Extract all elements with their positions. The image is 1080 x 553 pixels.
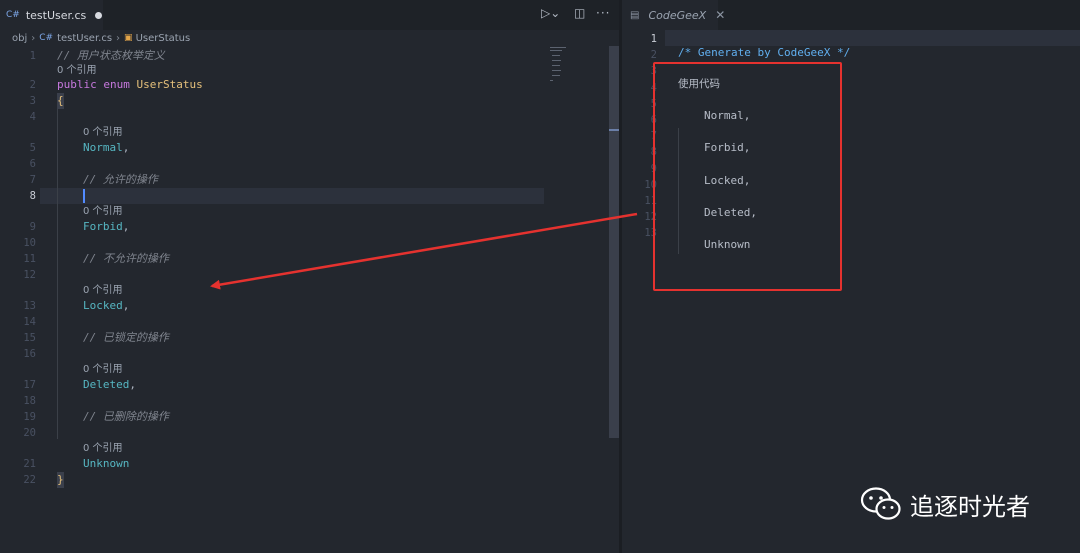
watermark-text: 追逐时光者	[910, 492, 1030, 521]
watermark: 追逐时光者	[860, 482, 1030, 526]
wechat-icon	[860, 487, 901, 520]
annotation-arrow	[210, 212, 638, 290]
